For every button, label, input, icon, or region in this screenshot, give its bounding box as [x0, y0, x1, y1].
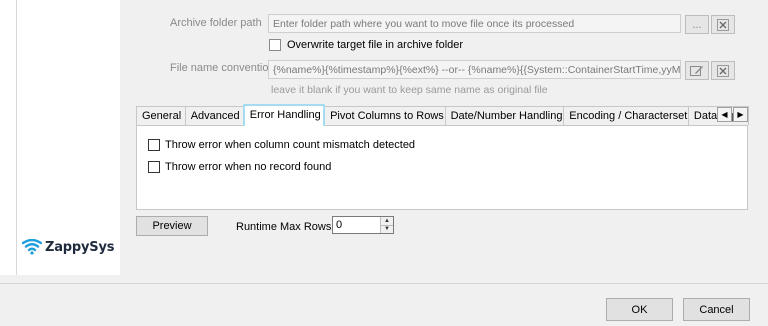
tab-pivot-columns-to-rows[interactable]: Pivot Columns to Rows	[324, 106, 446, 125]
cancel-button[interactable]: Cancel	[683, 298, 750, 321]
archive-clear-button[interactable]	[711, 15, 735, 34]
clear-icon	[717, 64, 729, 77]
zappysys-logo: ZappySys	[22, 237, 114, 257]
edit-icon	[690, 65, 703, 76]
tab-scroll-left-button[interactable]: ◀	[717, 107, 732, 122]
error-handling-panel: Throw error when column count mismatch d…	[136, 126, 748, 210]
footer-divider	[0, 283, 768, 284]
tab-error-handling[interactable]: Error Handling	[242, 104, 326, 126]
runtime-max-rows-label: Runtime Max Rows:	[236, 221, 335, 233]
filename-convention-label: File name convention	[170, 62, 275, 74]
spinner-up-button[interactable]: ▲	[381, 217, 393, 225]
archive-folder-input[interactable]: Enter folder path where you want to move…	[268, 14, 681, 33]
wifi-logo-icon	[22, 239, 42, 255]
spinner-down-button[interactable]: ▼	[381, 224, 393, 233]
archive-folder-label: Archive folder path	[170, 17, 262, 29]
runtime-max-rows-value: 0	[336, 219, 343, 231]
up-arrow-icon: ▲	[384, 217, 390, 224]
tab-encoding-characterset[interactable]: Encoding / Characterset	[563, 106, 689, 125]
overwrite-checkbox[interactable]	[269, 39, 281, 51]
filename-convention-input[interactable]: {%name%}{%timestamp%}{%ext%} --or-- {%na…	[268, 60, 681, 79]
tab-strip: General Advanced Error Handling Pivot Co…	[136, 104, 749, 126]
right-arrow-icon: ▶	[737, 110, 744, 119]
archive-browse-button[interactable]: ...	[685, 15, 709, 34]
down-arrow-icon: ▼	[384, 226, 390, 233]
throw-error-column-mismatch-checkbox[interactable]	[148, 139, 160, 151]
overwrite-label: Overwrite target file in archive folder	[287, 39, 464, 51]
ok-button[interactable]: OK	[606, 298, 673, 321]
filename-hint: leave it blank if you want to keep same …	[271, 84, 548, 96]
left-arrow-icon: ◀	[721, 110, 728, 119]
throw-error-no-record-label: Throw error when no record found	[165, 161, 332, 173]
left-sidebar-inner	[16, 0, 120, 275]
filename-edit-button[interactable]	[685, 61, 709, 80]
clear-icon	[717, 18, 729, 31]
tab-advanced[interactable]: Advanced	[184, 106, 244, 125]
throw-error-column-mismatch-label: Throw error when column count mismatch d…	[165, 139, 416, 151]
tab-general[interactable]: General	[136, 106, 186, 125]
logo-text: ZappySys	[45, 239, 115, 255]
tab-scroll-right-button[interactable]: ▶	[733, 107, 748, 122]
tab-date-number-handling[interactable]: Date/Number Handling	[444, 106, 565, 125]
preview-button[interactable]: Preview	[136, 216, 208, 236]
filename-clear-button[interactable]	[711, 61, 735, 80]
throw-error-no-record-checkbox[interactable]	[148, 161, 160, 173]
tab-scroll-buttons: ◀ ▶	[717, 107, 748, 122]
runtime-max-rows-spinner[interactable]: 0 ▲ ▼	[332, 216, 394, 234]
spinner-buttons: ▲ ▼	[380, 217, 393, 233]
